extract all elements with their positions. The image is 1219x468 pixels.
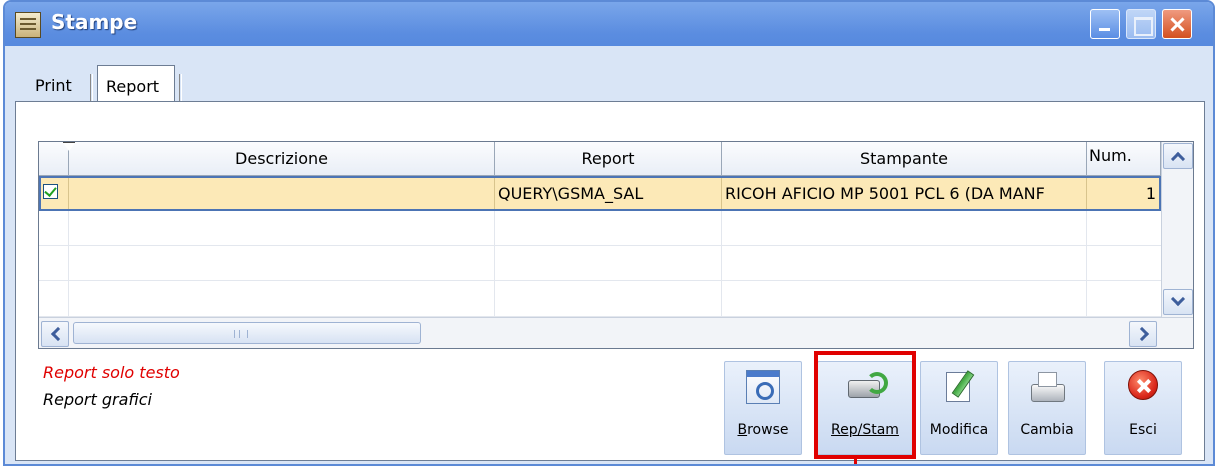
chevron-down-icon xyxy=(1170,291,1186,307)
chevron-left-icon xyxy=(50,326,66,342)
table-row[interactable] xyxy=(39,211,1161,246)
cell-num[interactable]: 1 xyxy=(1087,178,1159,209)
horizontal-scroll-thumb[interactable] xyxy=(73,322,421,344)
column-header-num[interactable]: Num. xyxy=(1087,142,1161,176)
report-panel: Descrizione Report Stampante Num. QUERY\… xyxy=(15,101,1205,464)
legend-graphic: Report grafici xyxy=(43,390,152,409)
scroll-right-button[interactable] xyxy=(1129,321,1157,347)
browse-icon xyxy=(746,370,780,404)
esci-button[interactable]: Esci xyxy=(1104,361,1182,455)
column-header-stampante[interactable]: Stampante xyxy=(722,142,1087,176)
cambia-button[interactable]: Cambia xyxy=(1008,361,1086,455)
browse-button[interactable]: Browse xyxy=(724,361,802,455)
esci-label: Esci xyxy=(1129,422,1157,438)
modifica-button[interactable]: Modifica xyxy=(920,361,998,455)
empty-cell xyxy=(495,246,722,280)
column-header-descrizione[interactable]: Descrizione xyxy=(69,142,495,176)
close-window-button[interactable] xyxy=(1162,9,1192,39)
close-circle-icon xyxy=(1128,370,1158,400)
row-check-cell[interactable] xyxy=(41,178,69,209)
tab-separator xyxy=(90,74,93,102)
empty-cell xyxy=(39,211,69,245)
cell-stampante[interactable]: RICOH AFICIO MP 5001 PCL 6 (DA MANF xyxy=(722,178,1087,209)
empty-cell xyxy=(69,246,495,280)
legend-text-only: Report solo testo xyxy=(43,363,180,382)
annotation-pointer xyxy=(854,459,857,464)
tab-print[interactable]: Print xyxy=(27,70,80,104)
browse-hotkey: B xyxy=(737,422,748,438)
empty-cell xyxy=(69,211,495,245)
tab-separator xyxy=(179,74,182,102)
empty-cell xyxy=(39,281,69,316)
chevron-up-icon xyxy=(1170,151,1186,167)
vertical-scrollbar[interactable] xyxy=(1161,142,1193,317)
chevron-right-icon xyxy=(1134,326,1150,342)
empty-cell xyxy=(39,246,69,280)
empty-cell xyxy=(722,281,1087,316)
column-header-report[interactable]: Report xyxy=(495,142,722,176)
empty-cell xyxy=(495,211,722,245)
table-row[interactable]: QUERY\GSMA_SAL RICOH AFICIO MP 5001 PCL … xyxy=(39,176,1161,211)
scroll-left-button[interactable] xyxy=(41,321,69,347)
scroll-up-button[interactable] xyxy=(1163,143,1193,169)
browse-label-rest: rowse xyxy=(747,422,789,438)
browse-label: Browse xyxy=(725,422,801,438)
empty-cell xyxy=(722,246,1087,280)
scroll-down-button[interactable] xyxy=(1163,289,1193,315)
horizontal-scrollbar[interactable] xyxy=(39,317,1193,348)
window-title: Stampe xyxy=(51,10,138,34)
empty-cell xyxy=(722,211,1087,245)
printer-icon xyxy=(1030,370,1065,404)
cambia-label: Cambia xyxy=(1020,422,1074,438)
cell-descrizione[interactable] xyxy=(69,178,495,209)
row-checkbox[interactable] xyxy=(43,184,58,199)
empty-cell xyxy=(69,281,495,316)
stampe-window: Stampe Print Report Descrizione Report S… xyxy=(3,0,1215,466)
grid-header: Descrizione Report Stampante Num. xyxy=(39,142,1193,176)
table-row[interactable] xyxy=(39,281,1161,317)
cell-report[interactable]: QUERY\GSMA_SAL xyxy=(495,178,722,209)
edit-document-icon xyxy=(942,370,976,404)
report-grid: Descrizione Report Stampante Num. QUERY\… xyxy=(38,141,1194,349)
maximize-button[interactable] xyxy=(1126,9,1156,39)
annotation-highlight-box xyxy=(814,351,916,459)
table-row[interactable] xyxy=(39,246,1161,281)
empty-cell xyxy=(495,281,722,316)
modifica-label: Modifica xyxy=(929,422,989,438)
minimize-button[interactable] xyxy=(1090,9,1120,39)
window-app-icon xyxy=(15,12,41,38)
